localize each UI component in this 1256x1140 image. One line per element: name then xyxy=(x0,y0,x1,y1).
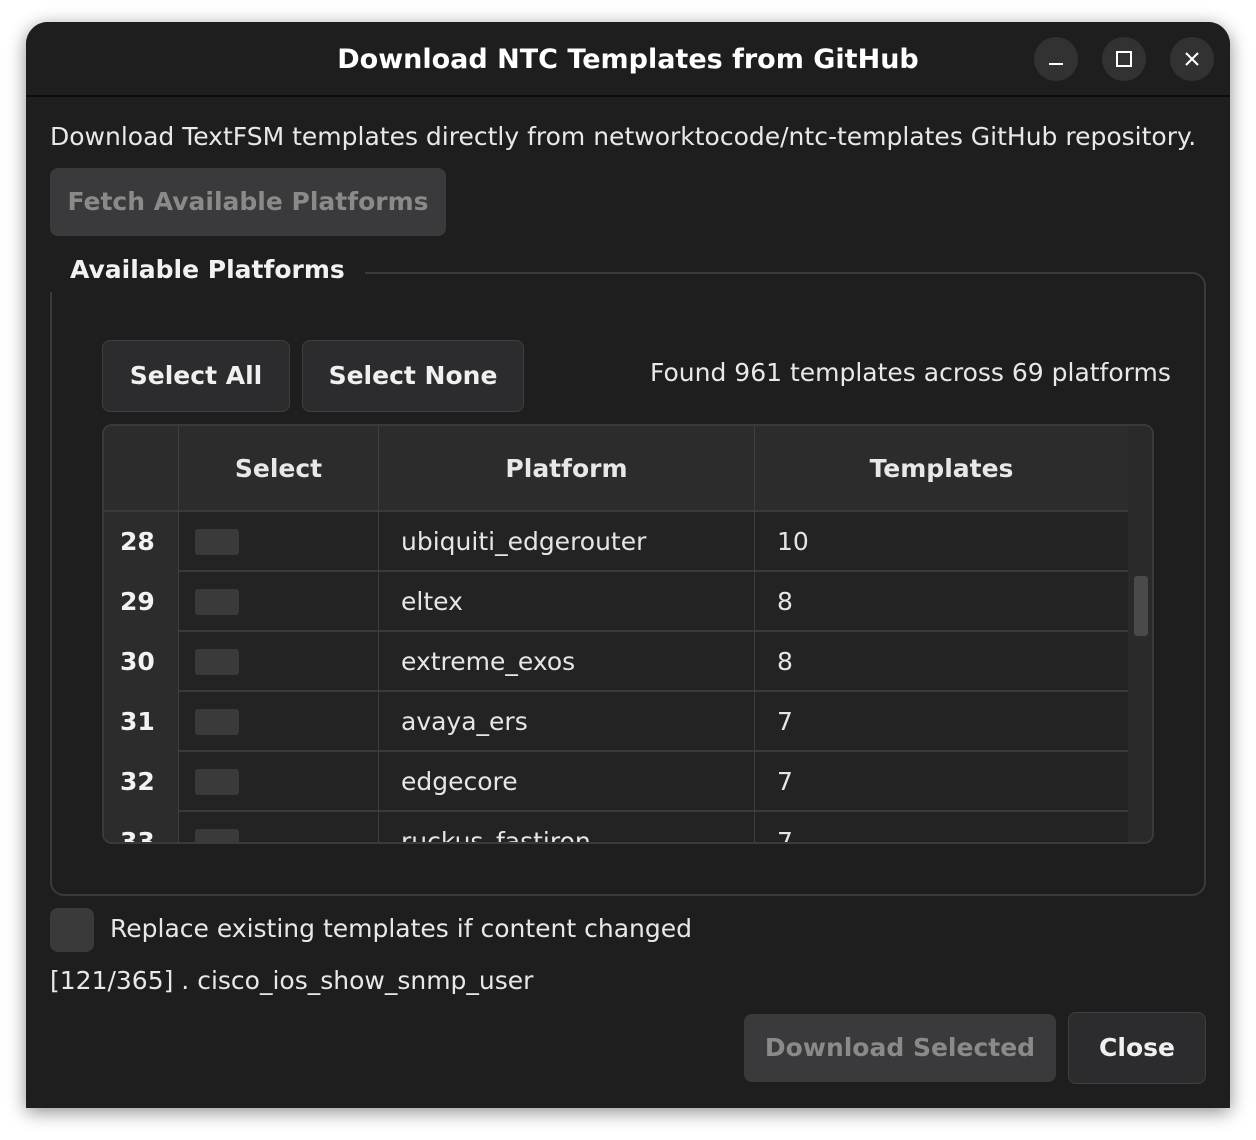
row-checkbox[interactable] xyxy=(195,649,239,675)
templates-cell: 7 xyxy=(754,752,1128,812)
description-text: Download TextFSM templates directly from… xyxy=(50,122,1197,151)
row-number: 33 xyxy=(104,812,178,842)
select-cell[interactable] xyxy=(178,512,378,572)
dialog-window: Download NTC Templates from GitHub Downl… xyxy=(26,22,1230,1108)
row-number: 31 xyxy=(104,692,178,752)
templates-cell: 7 xyxy=(754,812,1128,842)
table-row[interactable]: 31 avaya_ers 7 xyxy=(104,692,1128,752)
select-cell[interactable] xyxy=(178,812,378,842)
platform-cell: ubiquiti_edgerouter xyxy=(378,512,754,572)
row-checkbox[interactable] xyxy=(195,829,239,842)
table-scrollbar[interactable] xyxy=(1128,426,1152,842)
close-icon xyxy=(1185,52,1199,66)
minimize-button[interactable] xyxy=(1034,37,1078,81)
table-row[interactable]: 33 ruckus_fastiron 7 xyxy=(104,812,1128,842)
replace-checkbox-label[interactable]: Replace existing templates if content ch… xyxy=(110,914,692,943)
table-header: Select Platform Templates xyxy=(104,426,1128,512)
table-row[interactable]: 32 edgecore 7 xyxy=(104,752,1128,812)
table-row[interactable]: 29 eltex 8 xyxy=(104,572,1128,632)
maximize-button[interactable] xyxy=(1102,37,1146,81)
select-all-button[interactable]: Select All xyxy=(102,340,290,412)
templates-cell: 8 xyxy=(754,572,1128,632)
download-selected-button[interactable]: Download Selected xyxy=(744,1014,1056,1082)
close-window-button[interactable] xyxy=(1170,37,1214,81)
row-number: 29 xyxy=(104,572,178,632)
minimize-icon xyxy=(1049,63,1063,65)
platform-cell: ruckus_fastiron xyxy=(378,812,754,842)
row-number: 32 xyxy=(104,752,178,812)
table-row[interactable]: 30 extreme_exos 8 xyxy=(104,632,1128,692)
select-cell[interactable] xyxy=(178,632,378,692)
progress-status: [121/365] . cisco_ios_show_snmp_user xyxy=(50,966,534,995)
row-number: 30 xyxy=(104,632,178,692)
header-templates[interactable]: Templates xyxy=(754,426,1128,512)
platform-cell: extreme_exos xyxy=(378,632,754,692)
group-title: Available Platforms xyxy=(50,248,365,292)
platform-cell: edgecore xyxy=(378,752,754,812)
header-platform[interactable]: Platform xyxy=(378,426,754,512)
templates-cell: 8 xyxy=(754,632,1128,692)
platforms-table: Select Platform Templates 28 ubiquiti_ed… xyxy=(102,424,1154,844)
platform-cell: avaya_ers xyxy=(378,692,754,752)
replace-checkbox[interactable] xyxy=(50,908,94,952)
templates-cell: 10 xyxy=(754,512,1128,572)
row-checkbox[interactable] xyxy=(195,769,239,795)
close-button[interactable]: Close xyxy=(1068,1012,1206,1084)
header-select[interactable]: Select xyxy=(178,426,378,512)
row-checkbox[interactable] xyxy=(195,529,239,555)
row-checkbox[interactable] xyxy=(195,709,239,735)
title-bar: Download NTC Templates from GitHub xyxy=(26,22,1230,97)
found-summary: Found 961 templates across 69 platforms xyxy=(650,358,1171,387)
row-checkbox[interactable] xyxy=(195,589,239,615)
maximize-icon xyxy=(1116,51,1132,67)
row-number: 28 xyxy=(104,512,178,572)
select-cell[interactable] xyxy=(178,572,378,632)
select-cell[interactable] xyxy=(178,752,378,812)
select-none-button[interactable]: Select None xyxy=(302,340,524,412)
fetch-platforms-button[interactable]: Fetch Available Platforms xyxy=(50,168,446,236)
templates-cell: 7 xyxy=(754,692,1128,752)
scrollbar-thumb[interactable] xyxy=(1134,576,1148,636)
platform-cell: eltex xyxy=(378,572,754,632)
select-cell[interactable] xyxy=(178,692,378,752)
table-row[interactable]: 28 ubiquiti_edgerouter 10 xyxy=(104,512,1128,572)
table-body: 28 ubiquiti_edgerouter 10 29 eltex 8 30 … xyxy=(104,512,1128,842)
